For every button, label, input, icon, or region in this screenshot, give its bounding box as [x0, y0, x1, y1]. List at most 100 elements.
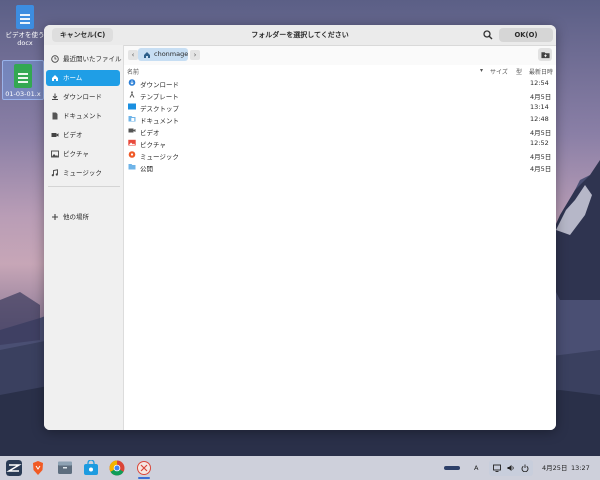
brave-browser-icon[interactable]	[30, 460, 46, 476]
column-size[interactable]: サイズ	[490, 67, 508, 76]
file-name: ビデオ	[140, 129, 160, 137]
active-app-icon[interactable]	[136, 460, 152, 476]
desktop-file-spreadsheet[interactable]: 01-03-01.x	[2, 60, 44, 100]
public-folder-icon	[128, 164, 136, 170]
document-icon	[52, 112, 58, 120]
file-row[interactable]: デスクトップ 13:14	[124, 101, 556, 113]
search-icon[interactable]	[482, 29, 494, 41]
video-icon	[51, 133, 59, 137]
file-name: ダウンロード	[140, 81, 179, 89]
file-modified: 13:14	[530, 103, 549, 111]
sidebar-item-label: 他の場所	[63, 213, 89, 221]
sidebar-item-downloads[interactable]: ダウンロード	[46, 89, 120, 105]
file-row[interactable]: ピクチャ 12:52	[124, 137, 556, 149]
chrome-browser-icon[interactable]	[109, 460, 125, 476]
software-store-icon[interactable]	[83, 460, 99, 476]
file-modified: 4月5日	[530, 93, 552, 101]
document-file-icon	[16, 5, 34, 29]
sidebar-item-label: 最近開いたファイル	[63, 55, 122, 63]
music-folder-icon	[128, 151, 136, 158]
file-name: ミュージック	[140, 153, 179, 161]
new-folder-icon	[540, 51, 550, 58]
places-sidebar: 最近開いたファイル ホーム ダウンロード ドキュメント ビデオ ピクチャ ミュー…	[44, 45, 124, 430]
file-modified: 12:54	[530, 79, 549, 87]
file-modified: 4月5日	[530, 165, 552, 173]
sidebar-item-videos[interactable]: ビデオ	[46, 127, 120, 143]
file-name: ドキュメント	[140, 117, 179, 125]
sidebar-item-label: ドキュメント	[63, 112, 102, 120]
desktop-folder-icon	[128, 103, 136, 110]
home-icon	[144, 51, 150, 58]
file-row[interactable]: ダウンロード 12:54	[124, 77, 556, 89]
sidebar-item-home[interactable]: ホーム	[46, 70, 120, 86]
download-folder-icon	[128, 79, 136, 86]
ok-button[interactable]: OK(O)	[499, 28, 553, 42]
sidebar-item-label: ホーム	[63, 74, 83, 82]
file-list-header: 名前 ▾ サイズ 型 最新日時	[124, 65, 556, 76]
system-tray[interactable]	[489, 460, 533, 476]
file-list: 名前 ▾ サイズ 型 最新日時 ダウンロード 12:54 テンプレート 4月5日…	[124, 65, 556, 430]
videos-folder-icon	[128, 128, 136, 133]
sidebar-item-recent[interactable]: 最近開いたファイル	[46, 51, 122, 67]
spreadsheet-file-icon	[14, 64, 32, 88]
volume-slider-indicator[interactable]	[444, 466, 460, 470]
display-icon	[493, 464, 501, 472]
sidebar-item-other-places[interactable]: 他の場所	[46, 209, 120, 225]
sidebar-divider	[48, 186, 120, 187]
music-icon	[51, 169, 58, 177]
column-name[interactable]: 名前	[127, 67, 139, 76]
clock-icon	[51, 55, 59, 63]
file-row[interactable]: ビデオ 4月5日	[124, 125, 556, 137]
active-app-indicator	[138, 477, 150, 479]
sidebar-item-label: ダウンロード	[63, 93, 102, 101]
file-name: テンプレート	[140, 93, 179, 101]
picture-icon	[51, 150, 59, 158]
sidebar-item-documents[interactable]: ドキュメント	[46, 108, 120, 124]
file-modified: 12:52	[530, 139, 549, 147]
file-modified: 4月5日	[530, 129, 552, 137]
dialog-header: フォルダーを選択してください キャンセル(C) OK(O)	[44, 25, 556, 46]
plus-icon	[52, 214, 58, 220]
dialog-title: フォルダーを選択してください	[251, 31, 349, 39]
file-row[interactable]: テンプレート 4月5日	[124, 89, 556, 101]
desktop-file-docx[interactable]: ビデオを使う docx	[5, 5, 45, 47]
sidebar-item-label: ミュージック	[63, 169, 102, 177]
folder-chooser-dialog: フォルダーを選択してください キャンセル(C) OK(O) 最近開いたファイル …	[44, 25, 556, 430]
file-name: 公開	[140, 165, 153, 173]
template-folder-icon	[129, 91, 135, 98]
cancel-button[interactable]: キャンセル(C)	[52, 28, 114, 42]
file-row[interactable]: 公開 4月5日	[124, 161, 556, 173]
desktop-file-label: 01-03-01.x	[5, 90, 41, 98]
column-type[interactable]: 型	[516, 67, 522, 76]
column-modified[interactable]: 最新日時	[529, 67, 553, 76]
zorin-menu-icon[interactable]	[6, 460, 22, 476]
clock-time[interactable]: 13:27	[571, 456, 590, 480]
file-row[interactable]: ミュージック 4月5日	[124, 149, 556, 161]
file-modified: 12:48	[530, 115, 549, 123]
power-icon	[521, 464, 529, 472]
files-app-icon[interactable]	[57, 460, 73, 476]
taskbar: A 4月25日 13:27	[0, 456, 600, 480]
desktop-file-label-ext: docx	[17, 39, 33, 47]
new-folder-button[interactable]	[538, 48, 552, 61]
pictures-folder-icon	[128, 139, 136, 146]
path-bar: ‹ chonmage ›	[124, 45, 556, 65]
file-name: デスクトップ	[140, 105, 179, 113]
path-back-button[interactable]: ‹	[128, 50, 138, 60]
volume-icon	[507, 465, 514, 471]
file-row[interactable]: ドキュメント 12:48	[124, 113, 556, 125]
input-method-indicator[interactable]: A	[474, 456, 478, 480]
sidebar-item-label: ビデオ	[63, 131, 83, 139]
sidebar-item-music[interactable]: ミュージック	[46, 165, 120, 181]
path-crumb-home[interactable]: chonmage	[138, 48, 188, 61]
sort-arrow-icon: ▾	[480, 67, 484, 74]
documents-folder-icon	[128, 116, 136, 122]
path-forward-button[interactable]: ›	[190, 50, 200, 60]
sidebar-item-pictures[interactable]: ピクチャ	[46, 146, 120, 162]
file-name: ピクチャ	[140, 141, 166, 149]
clock-date[interactable]: 4月25日	[542, 456, 567, 480]
home-icon	[52, 75, 58, 81]
file-modified: 4月5日	[530, 153, 552, 161]
path-crumb-label: chonmage	[154, 50, 189, 58]
download-icon	[52, 93, 58, 100]
